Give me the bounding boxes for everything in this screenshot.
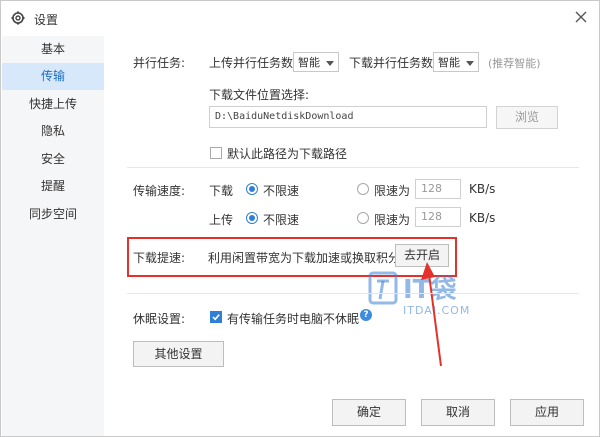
no-sleep-label: 有传输任务时电脑不休眠 [227, 312, 360, 326]
accelerate-description: 利用闲置带宽为下载加速或换取积分 [208, 251, 401, 265]
download-speed-label: 下载 [209, 184, 234, 198]
sleep-settings-label: 休眠设置: [133, 312, 186, 326]
upload-limit-unit: KB/s [469, 211, 496, 225]
accelerate-label: 下载提速: [133, 251, 186, 265]
download-location-label: 下载文件位置选择: [209, 88, 310, 102]
upload-speed-label: 上传 [209, 213, 234, 227]
no-sleep-checkbox[interactable] [210, 311, 222, 323]
gear-icon [11, 11, 25, 25]
download-limit-label: 限速为 [374, 184, 411, 198]
sidebar-item-sync-space[interactable]: 同步空间 [2, 201, 104, 228]
upload-limit-radio[interactable] [357, 212, 369, 224]
ok-button[interactable]: 确定 [332, 399, 406, 426]
upload-unlimited-radio[interactable] [246, 212, 258, 224]
upload-unlimited-label: 不限速 [263, 213, 300, 227]
download-parallel-label: 下载并行任务数 [349, 56, 434, 70]
upload-parallel-label: 上传并行任务数 [209, 56, 294, 70]
sidebar-item-basic[interactable]: 基本 [2, 36, 104, 63]
apply-button[interactable]: 应用 [510, 399, 584, 426]
download-limit-radio[interactable] [357, 183, 369, 195]
transfer-speed-label: 传输速度: [133, 184, 186, 198]
close-icon[interactable] [571, 7, 591, 27]
upload-parallel-value: 智能 [298, 56, 320, 69]
other-settings-button[interactable]: 其他设置 [133, 341, 224, 367]
divider [127, 167, 579, 168]
default-path-label: 默认此路径为下载路径 [227, 147, 348, 161]
upload-limit-input[interactable]: 128 [415, 207, 461, 227]
divider [127, 293, 579, 294]
help-icon[interactable]: ? [360, 309, 372, 321]
check-icon [212, 314, 220, 321]
settings-sidebar: 基本 传输 快捷上传 隐私 安全 提醒 同步空间 [2, 36, 104, 436]
parallel-tasks-label: 并行任务: [133, 56, 186, 70]
sidebar-item-transfer[interactable]: 传输 [2, 63, 104, 90]
download-limit-input[interactable]: 128 [415, 179, 461, 199]
sidebar-item-quick-upload[interactable]: 快捷上传 [2, 91, 104, 118]
title-bar: 设置 [1, 1, 599, 35]
chevron-down-icon [466, 61, 474, 66]
download-limit-unit: KB/s [469, 182, 496, 196]
upload-limit-label: 限速为 [374, 213, 411, 227]
browse-button[interactable]: 浏览 [496, 106, 558, 129]
cancel-button[interactable]: 取消 [421, 399, 495, 426]
settings-window: 设置 基本 传输 快捷上传 隐私 安全 提醒 同步空间 并行任务: 上传并行任务… [0, 0, 600, 437]
window-title: 设置 [34, 13, 59, 27]
default-path-checkbox[interactable] [210, 147, 222, 159]
parallel-hint: (推荐智能) [488, 57, 541, 70]
sidebar-item-reminder[interactable]: 提醒 [2, 173, 104, 200]
upload-parallel-select[interactable]: 智能 [293, 52, 339, 72]
download-unlimited-radio[interactable] [246, 183, 258, 195]
sidebar-item-security[interactable]: 安全 [2, 146, 104, 173]
download-unlimited-label: 不限速 [263, 184, 300, 198]
sidebar-item-privacy[interactable]: 隐私 [2, 118, 104, 145]
red-arrow-annotation [421, 262, 442, 367]
chevron-down-icon [326, 61, 334, 66]
download-parallel-value: 智能 [438, 56, 460, 69]
download-path-input[interactable]: D:\BaiduNetdiskDownload [209, 106, 487, 128]
download-parallel-select[interactable]: 智能 [433, 52, 479, 72]
